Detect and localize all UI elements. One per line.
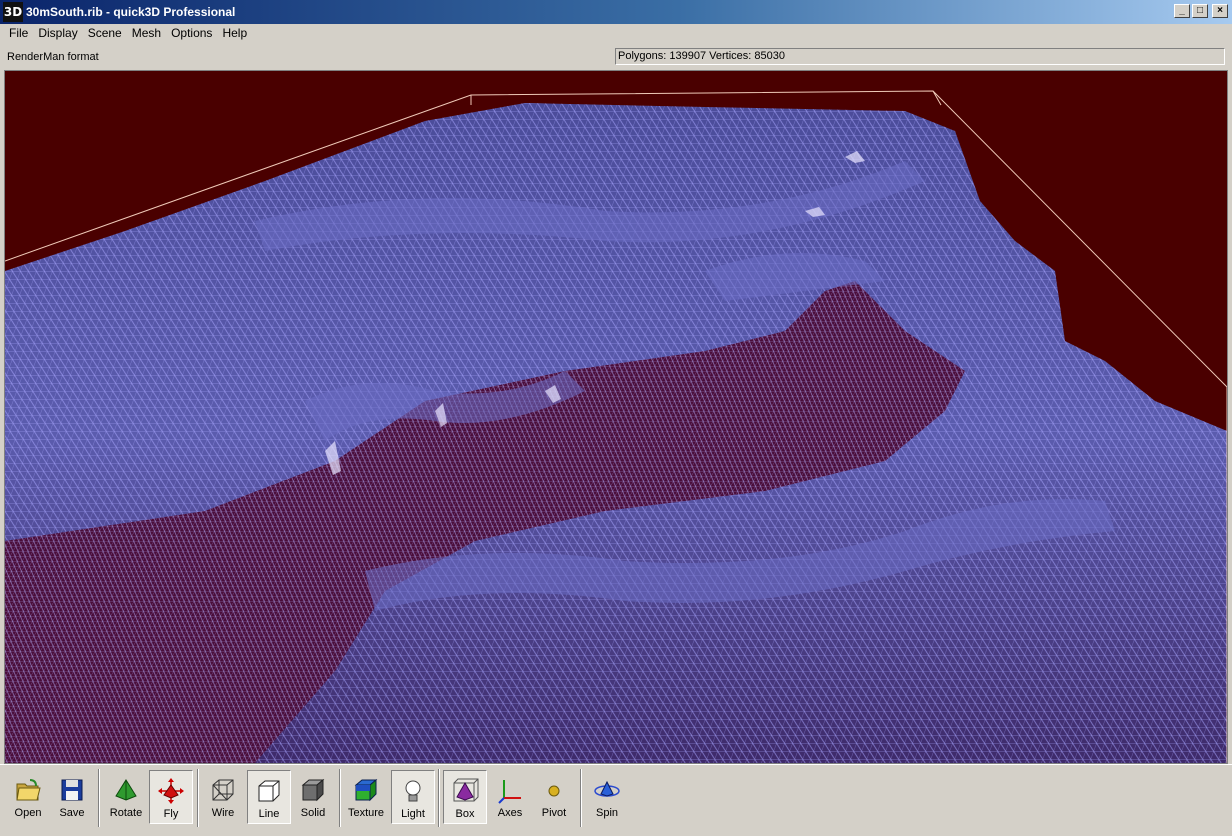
line-button[interactable]: Line <box>247 770 291 824</box>
terrain-render[interactable] <box>5 71 1227 763</box>
fly-button[interactable]: Fly <box>149 770 193 824</box>
light-button[interactable]: Light <box>391 770 435 824</box>
close-button[interactable]: × <box>1212 4 1228 18</box>
mesh-stats: Polygons: 139907 Vertices: 85030 <box>615 48 1225 65</box>
pivot-icon <box>548 785 560 797</box>
spin-button[interactable]: Spin <box>585 770 629 824</box>
pivot-label: Pivot <box>541 807 567 819</box>
menu-mesh[interactable]: Mesh <box>127 24 166 43</box>
axes-icon <box>498 780 521 804</box>
wire-button[interactable]: Wire <box>201 770 245 824</box>
pivot-button[interactable]: Pivot <box>532 770 576 824</box>
wire-cube-icon <box>212 779 234 801</box>
texture-cube-icon <box>354 778 378 802</box>
line-label: Line <box>258 808 280 820</box>
open-button[interactable]: Open <box>6 770 50 824</box>
save-label: Save <box>59 807 85 819</box>
fly-arrows-icon <box>158 778 184 804</box>
open-label: Open <box>14 807 42 819</box>
floppy-icon <box>61 779 83 801</box>
spin-icon <box>594 780 620 797</box>
solid-cube-icon <box>301 778 325 802</box>
light-label: Light <box>401 808 425 820</box>
menu-help[interactable]: Help <box>217 24 252 43</box>
rotate-label: Rotate <box>109 807 143 819</box>
texture-label: Texture <box>347 807 385 819</box>
info-bar: RenderMan format Polygons: 139907 Vertic… <box>0 45 1232 69</box>
menu-bar: File Display Scene Mesh Options Help <box>0 24 1232 43</box>
fly-label: Fly <box>163 808 179 820</box>
texture-button[interactable]: Texture <box>344 770 388 824</box>
light-bulb-icon <box>405 780 421 802</box>
rotate-icon <box>115 779 137 801</box>
maximize-button[interactable]: □ <box>1192 4 1208 18</box>
menu-file[interactable]: File <box>4 24 33 43</box>
line-cube-icon <box>258 780 280 802</box>
box-pyramid-icon <box>453 778 479 802</box>
bottom-toolbar: Open Save Rotate Fly Wire Line Solid Tex… <box>0 764 1232 836</box>
solid-label: Solid <box>300 807 326 819</box>
axes-label: Axes <box>497 807 523 819</box>
minimize-button[interactable]: _ <box>1174 4 1190 18</box>
app-3d-icon[interactable]: 3D <box>3 2 23 22</box>
rotate-button[interactable]: Rotate <box>104 770 148 824</box>
spin-label: Spin <box>595 807 619 819</box>
folder-icon <box>16 779 41 801</box>
menu-display[interactable]: Display <box>33 24 82 43</box>
window-title: 30mSouth.rib - quick3D Professional <box>26 5 236 19</box>
solid-button[interactable]: Solid <box>291 770 335 824</box>
title-bar[interactable]: 3D 30mSouth.rib - quick3D Professional _… <box>0 0 1232 24</box>
format-label: RenderMan format <box>7 51 99 63</box>
box-label: Box <box>455 808 475 820</box>
wire-label: Wire <box>211 807 235 819</box>
3d-viewport[interactable] <box>4 70 1228 764</box>
save-button[interactable]: Save <box>50 770 94 824</box>
axes-button[interactable]: Axes <box>488 770 532 824</box>
menu-options[interactable]: Options <box>166 24 217 43</box>
box-button[interactable]: Box <box>443 770 487 824</box>
menu-scene[interactable]: Scene <box>83 24 127 43</box>
